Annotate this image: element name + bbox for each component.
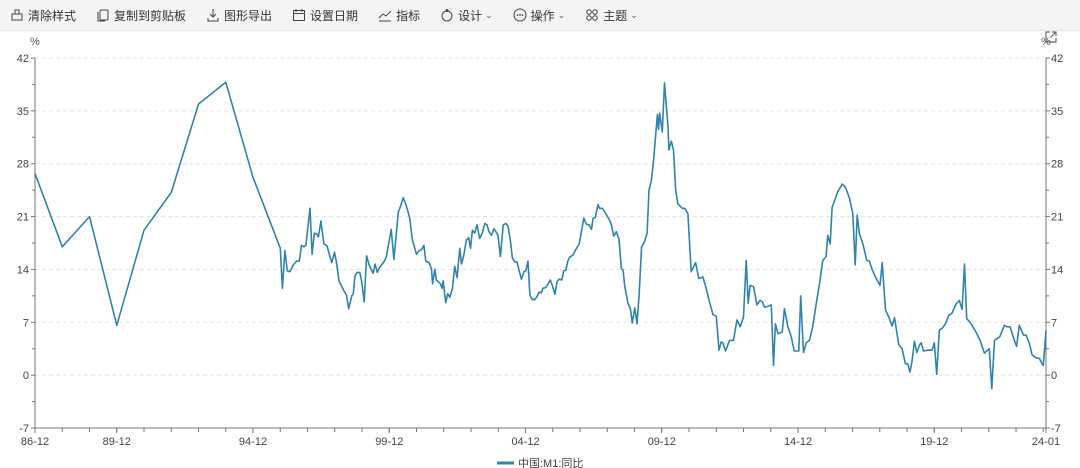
y-tick-label-right: 35 xyxy=(1051,106,1063,118)
y-tick-label-left: 35 xyxy=(17,106,29,118)
y-tick-label-left: 14 xyxy=(17,264,29,276)
y-tick-label-left: 28 xyxy=(17,159,29,171)
x-tick-label: 19-12 xyxy=(920,436,948,448)
y-tick-label-right: 14 xyxy=(1051,264,1063,276)
y-tick-label-right: 0 xyxy=(1051,370,1057,382)
y-tick-label-right: 42 xyxy=(1051,53,1063,65)
left-axis-unit: % xyxy=(30,36,40,48)
x-tick-label: 89-12 xyxy=(103,436,131,448)
x-tick-label: 94-12 xyxy=(239,436,267,448)
series-line-m1-yoy xyxy=(34,81,1047,390)
x-tick-label: 09-12 xyxy=(648,436,676,448)
y-tick-label-left: 21 xyxy=(17,212,29,224)
y-tick-label-right: 21 xyxy=(1051,212,1063,224)
x-tick-label: 86-12 xyxy=(21,436,49,448)
x-tick-label: 04-12 xyxy=(511,436,539,448)
x-tick-label: 14-12 xyxy=(784,436,812,448)
y-tick-label-left: 7 xyxy=(23,317,29,329)
y-tick-label-left: 42 xyxy=(17,53,29,65)
y-tick-label-right: -7 xyxy=(1051,423,1061,435)
legend-label: 中国:M1:同比 xyxy=(518,457,583,468)
y-tick-label-left: 0 xyxy=(23,370,29,382)
expand-icon[interactable] xyxy=(1044,30,1058,44)
line-chart: -7 -7 0 0 7 7 14 14 21 21 28 28 35 35 42 42 86-12 89-12 94… xyxy=(17,53,1064,468)
y-tick-label-right: 28 xyxy=(1051,159,1063,171)
y-tick-label-right: 7 xyxy=(1051,317,1057,329)
x-tick-label: 24-01 xyxy=(1032,436,1060,448)
x-tick-label: 99-12 xyxy=(375,436,403,448)
y-tick-label-left: -7 xyxy=(19,423,29,435)
